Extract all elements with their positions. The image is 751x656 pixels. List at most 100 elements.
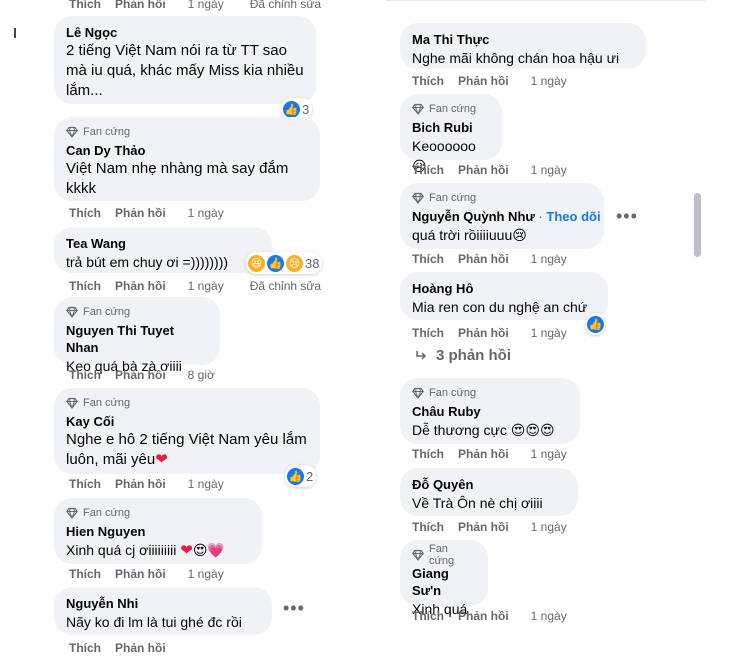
reaction-summary[interactable]: 👍	[586, 313, 605, 335]
comment-author[interactable]: Kay Cối	[66, 413, 308, 430]
like-button[interactable]: Thích	[412, 325, 444, 341]
reply-button[interactable]: Phản hồi	[458, 519, 509, 535]
comment-actions: Thích Phản hồi 1 ngày	[412, 251, 567, 267]
comment-text-wrap: Xinh quá cj ơiiiiiiiii ❤😍💗	[66, 540, 250, 561]
reaction-summary[interactable]: 👍 2	[285, 465, 317, 487]
comment-time[interactable]: 1 ngày	[188, 566, 224, 582]
like-button[interactable]: Thích	[69, 278, 101, 294]
comment-author[interactable]: Lê Ngọc	[66, 24, 304, 41]
view-replies-label[interactable]: 3 phản hồi	[436, 347, 511, 364]
like-reaction-icon: 👍	[587, 315, 604, 333]
like-button[interactable]: Thích	[412, 519, 444, 535]
reply-button[interactable]: Phản hồi	[458, 73, 509, 89]
comment-bubble: Fan cứng Nguyen Thi Tuyet Nhan Keo quá b…	[54, 297, 220, 374]
like-button[interactable]: Thích	[69, 205, 101, 221]
comment-author[interactable]: Ma Thi Thực	[412, 31, 634, 48]
comment-time[interactable]: 8 giờ	[188, 367, 215, 383]
comment-time[interactable]: 1 ngày	[531, 446, 567, 462]
comment-time[interactable]: 1 ngày	[188, 0, 224, 12]
fan-badge-diamond-icon	[66, 397, 78, 409]
comment-text-wrap: quá trời rồiiiiuuu😢	[412, 225, 592, 245]
comment-time[interactable]: 1 ngày	[531, 325, 567, 341]
comment-time[interactable]: 1 ngày	[531, 251, 567, 267]
fan-badge: Fan cứng	[66, 396, 308, 410]
reply-button[interactable]: Phản hồi	[458, 251, 509, 267]
comment-author[interactable]: Đỗ Quyên	[412, 476, 566, 493]
comment-time[interactable]: 1 ngày	[531, 608, 567, 624]
reply-button[interactable]: Phản hồi	[115, 640, 166, 656]
comment-author[interactable]: Tea Wang	[66, 235, 260, 252]
reply-button[interactable]: Phản hồi	[115, 205, 166, 221]
reply-button[interactable]: Phản hồi	[458, 325, 509, 341]
fan-badge-label: Fan cứng	[429, 192, 477, 204]
red-heart-icon: ❤	[155, 451, 168, 468]
comment-time[interactable]: 1 ngày	[188, 205, 224, 221]
view-replies-link[interactable]: 3 phản hồi	[414, 347, 511, 364]
reply-button[interactable]: Phản hồi	[458, 446, 509, 462]
more-options-icon[interactable]: •••	[283, 598, 305, 619]
like-button[interactable]: Thích	[69, 0, 101, 12]
comment-author-row: Nguyễn Quỳnh Như · Theo dõi	[412, 208, 601, 225]
like-button[interactable]: Thích	[69, 640, 101, 656]
comment-actions: Thích Phản hồi	[69, 640, 188, 656]
separator-dot: ·	[538, 209, 543, 224]
comment-time[interactable]: 1 ngày	[531, 519, 567, 535]
comment-time[interactable]: 1 ngày	[531, 73, 567, 89]
comment-actions: Thích Phản hồi 1 ngày	[412, 162, 567, 178]
reply-button[interactable]: Phản hồi	[458, 162, 509, 178]
comment-author[interactable]: Giang Sư'n	[412, 565, 476, 599]
comment-actions: Thích Phản hồi 1 ngày	[412, 73, 567, 89]
reply-button[interactable]: Phản hồi	[458, 608, 509, 624]
reaction-summary[interactable]: 😆 👍 😢 38	[246, 252, 323, 274]
comment-text: Nghe e hô 2 tiếng Việt Nam yêu lắm luôn,…	[66, 431, 307, 468]
comment-actions: Thích Phản hồi 1 ngày	[69, 476, 224, 492]
comment-time[interactable]: 1 ngày	[188, 476, 224, 492]
heart-eyes-emoji-icon: 😍	[192, 542, 208, 558]
reply-button[interactable]: Phản hồi	[115, 476, 166, 492]
reply-button[interactable]: Phản hồi	[115, 0, 166, 12]
comment-text: Nghe mãi không chán hoa hậu ưi	[412, 50, 620, 66]
reply-button[interactable]: Phản hồi	[115, 566, 166, 582]
fan-badge-label: Fan cứng	[83, 397, 131, 409]
comment-text-wrap: Dễ thương cực 😍😍😍	[412, 420, 568, 440]
comment-author[interactable]: Châu Ruby	[412, 403, 568, 420]
comment-author[interactable]: Can Dy Thảo	[66, 142, 308, 159]
comment-bubble: Nguyễn Nhi Nãy ko đi lm là tui ghé đc rồ…	[54, 587, 272, 635]
scrollbar-thumb[interactable]	[694, 193, 701, 257]
fan-badge: Fan cứng	[412, 102, 490, 116]
comment-author[interactable]: Nguyễn Nhi	[66, 595, 260, 612]
reaction-count: 3	[302, 101, 310, 117]
comment-author[interactable]: Nguyễn Quỳnh Như	[412, 209, 535, 224]
comment-author[interactable]: Hien Nguyen	[66, 523, 250, 540]
sad-emoji-icon: 😢	[512, 227, 527, 243]
like-button[interactable]: Thích	[69, 476, 101, 492]
reply-button[interactable]: Phản hồi	[115, 278, 166, 294]
reply-button[interactable]: Phản hồi	[115, 367, 166, 383]
comment-bubble: Fan cứng Kay Cối Nghe e hô 2 tiếng Việt …	[54, 388, 320, 474]
comment-bubble: Tea Wang trả bút em chuy ơi =))))))))	[54, 227, 272, 273]
like-button[interactable]: Thích	[412, 251, 444, 267]
heart-eyes-emoji-icon: 😍	[525, 422, 540, 438]
fan-badge-diamond-icon	[66, 507, 78, 519]
fan-badge-diamond-icon	[412, 103, 424, 115]
like-button[interactable]: Thích	[412, 446, 444, 462]
like-button[interactable]: Thích	[412, 608, 444, 624]
comment-author[interactable]: Bich Rubi	[412, 119, 490, 136]
left-comment-column: Thích Phản hồi 1 ngày Đã chỉnh sửa Lê Ng…	[0, 0, 360, 655]
like-button[interactable]: Thích	[69, 367, 101, 383]
haha-reaction-icon: 😆	[248, 254, 265, 272]
comment-bubble: Fan cứng Hien Nguyen Xinh quá cj ơiiiiii…	[54, 498, 262, 564]
more-options-icon[interactable]: •••	[616, 206, 638, 227]
like-button[interactable]: Thích	[412, 73, 444, 89]
fan-badge-diamond-icon	[412, 387, 424, 399]
follow-link[interactable]: Theo dõi	[546, 209, 600, 224]
comment-author[interactable]: Nguyen Thi Tuyet Nhan	[66, 322, 208, 356]
comment-actions: Thích Phản hồi 1 ngày	[412, 325, 567, 341]
comment-bubble: Lê Ngọc 2 tiếng Việt Nam nói ra từ TT sa…	[54, 16, 316, 104]
comment-time[interactable]: 1 ngày	[188, 278, 224, 294]
comment-time[interactable]: 1 ngày	[531, 162, 567, 178]
like-button[interactable]: Thích	[69, 566, 101, 582]
comment-text: 2 tiếng Việt Nam nói ra từ TT sao mà iu …	[66, 42, 304, 99]
comment-author[interactable]: Hoàng Hô	[412, 280, 596, 297]
like-button[interactable]: Thích	[412, 162, 444, 178]
